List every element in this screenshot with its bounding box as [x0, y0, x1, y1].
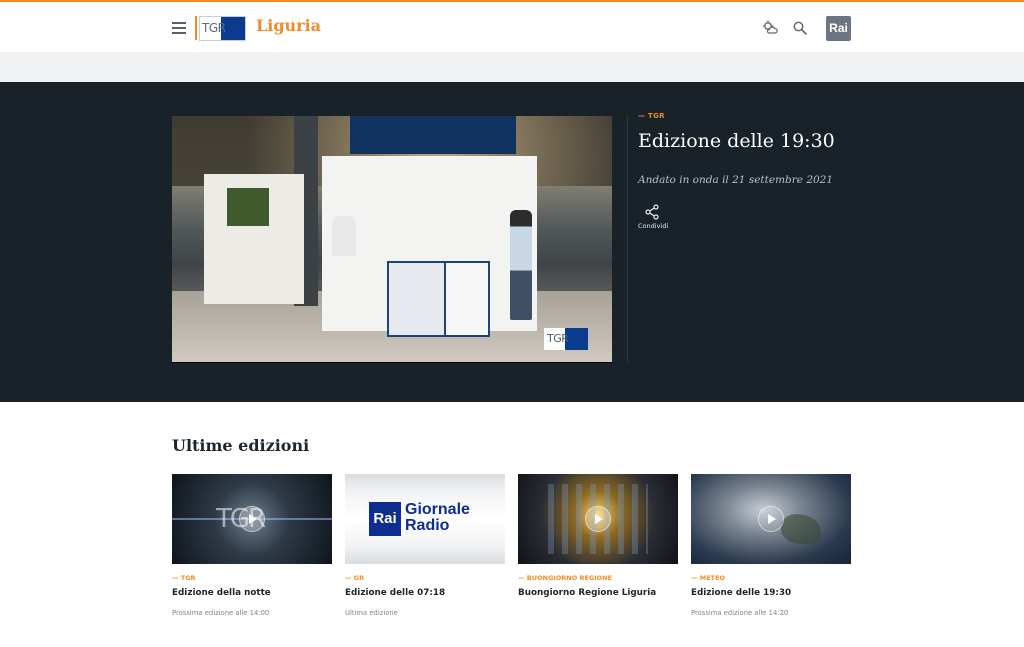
episode-title: Edizione delle 19:30 — [638, 130, 835, 152]
menu-icon[interactable] — [172, 22, 186, 34]
gr-text-2: Radio — [405, 517, 450, 534]
search-icon[interactable] — [792, 20, 808, 36]
giornale-radio-logo: Rai Giornale Radio — [369, 502, 481, 536]
section-title: Ultime edizioni — [172, 436, 310, 455]
weather-icon[interactable] — [762, 20, 778, 36]
edition-thumbnail[interactable]: Rai Giornale Radio — [345, 474, 505, 564]
share-button[interactable]: Condividi — [638, 204, 669, 230]
card-kicker[interactable]: BUONGIORNO REGIONE — [518, 574, 612, 582]
play-icon — [758, 506, 784, 532]
tgr-logo-text: TGR — [202, 21, 226, 35]
region-title[interactable]: Liguria — [256, 16, 321, 35]
gr-text-1: Giornale — [405, 501, 470, 518]
card-title[interactable]: Edizione delle 07:18 — [345, 588, 445, 598]
edition-card-2[interactable]: Rai GiornaleRadio GR Edizione delle 07:1… — [345, 474, 505, 617]
gr-rai-mark: Rai — [369, 502, 401, 536]
card-title[interactable]: Edizione delle 19:30 — [691, 588, 791, 598]
edition-card-3[interactable]: BUONGIORNO REGIONE Buongiorno Regione Li… — [518, 474, 678, 598]
divider — [627, 116, 628, 362]
player-section: TGR TGR Edizione delle 19:30 Andato in o… — [0, 82, 1024, 402]
edition-card-1[interactable]: TGR TGR Edizione della notte Prossima ed… — [172, 474, 332, 617]
share-icon — [645, 204, 659, 220]
edition-thumbnail[interactable]: TGR — [172, 474, 332, 564]
site-header: TGR Liguria Rai — [0, 0, 1024, 52]
tgr-logo[interactable]: TGR — [199, 16, 246, 41]
edition-card-4[interactable]: METEO Edizione delle 19:30 Prossima ediz… — [691, 474, 851, 617]
card-kicker[interactable]: TGR — [172, 574, 196, 582]
play-icon — [239, 506, 265, 532]
aired-date: Andato in onda il 21 settembre 2021 — [638, 174, 834, 186]
card-meta: Prossima edizione alle 14:20 — [691, 609, 789, 617]
header-divider — [195, 16, 197, 40]
play-icon — [585, 506, 611, 532]
video-watermark: TGR — [544, 328, 588, 350]
card-meta: Ultima edizione — [345, 609, 398, 617]
ad-band — [0, 52, 1024, 82]
card-kicker[interactable]: METEO — [691, 574, 725, 582]
share-label: Condividi — [638, 222, 669, 230]
card-title[interactable]: Edizione della notte — [172, 588, 271, 598]
video-player[interactable]: TGR — [172, 116, 612, 363]
edition-thumbnail[interactable] — [691, 474, 851, 564]
rai-logo[interactable]: Rai — [826, 16, 851, 41]
card-meta: Prossima edizione alle 14:00 — [172, 609, 270, 617]
card-kicker[interactable]: GR — [345, 574, 364, 582]
card-title[interactable]: Buongiorno Regione Liguria — [518, 588, 656, 598]
edition-thumbnail[interactable] — [518, 474, 678, 564]
episode-kicker[interactable]: TGR — [638, 112, 665, 120]
